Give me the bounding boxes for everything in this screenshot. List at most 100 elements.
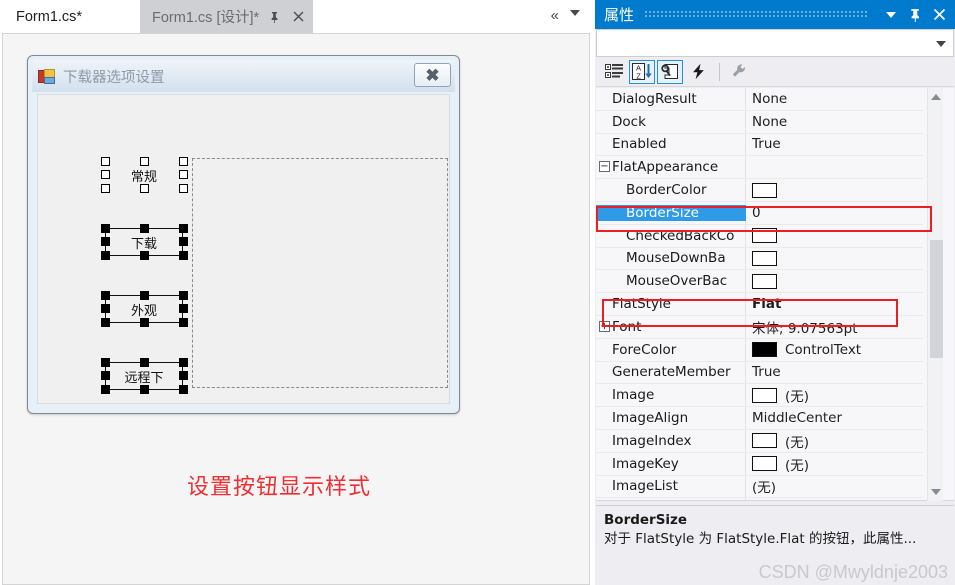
resize-handle-sw[interactable] bbox=[101, 251, 110, 260]
property-value-cell[interactable]: True bbox=[746, 136, 923, 152]
property-row-dialogresult[interactable]: DialogResult None bbox=[596, 88, 923, 111]
resize-handle-ne[interactable] bbox=[179, 291, 188, 300]
property-row-generatemember[interactable]: GenerateMember True bbox=[596, 362, 923, 385]
properties-menu-button[interactable] bbox=[879, 0, 903, 29]
property-value-cell[interactable] bbox=[746, 250, 923, 266]
resize-handle-sw[interactable] bbox=[101, 184, 110, 193]
design-button-group-1[interactable]: 常规 bbox=[101, 157, 191, 197]
property-value-cell[interactable] bbox=[746, 228, 923, 244]
property-row-imageindex[interactable]: ImageIndex (无) bbox=[596, 430, 923, 453]
resize-handle-se[interactable] bbox=[179, 318, 188, 327]
scrollbar-thumb[interactable] bbox=[930, 240, 943, 358]
resize-handle-s[interactable] bbox=[140, 385, 149, 394]
property-row-image[interactable]: Image (无) bbox=[596, 384, 923, 408]
color-swatch[interactable] bbox=[752, 387, 777, 403]
design-surface[interactable]: 下载器选项设置 ✖ 常规 下载 外观 远程下 设置按钮显示样式 bbox=[2, 33, 590, 585]
pin-icon[interactable] bbox=[265, 7, 283, 27]
resize-handle-n[interactable] bbox=[140, 291, 149, 300]
resize-handle-ne[interactable] bbox=[179, 358, 188, 367]
resize-handle-e[interactable] bbox=[179, 237, 188, 246]
resize-handle-s[interactable] bbox=[140, 318, 149, 327]
resize-handle-ne[interactable] bbox=[179, 224, 188, 233]
design-panel-placeholder[interactable] bbox=[192, 158, 448, 388]
property-row-imagekey[interactable]: ImageKey (无) bbox=[596, 453, 923, 476]
resize-handle-se[interactable] bbox=[179, 385, 188, 394]
resize-handle-n[interactable] bbox=[140, 157, 149, 166]
chevron-down-icon[interactable] bbox=[936, 41, 946, 47]
color-swatch[interactable] bbox=[752, 342, 777, 358]
close-icon[interactable] bbox=[289, 7, 307, 27]
property-value-cell[interactable]: (无) bbox=[746, 454, 923, 474]
property-row-mousedownba[interactable]: MouseDownBa bbox=[596, 248, 923, 271]
property-value-cell[interactable]: Flat bbox=[746, 296, 923, 312]
tab-overflow-button[interactable]: « bbox=[551, 7, 559, 24]
wrench-icon[interactable] bbox=[726, 60, 752, 84]
property-grid[interactable]: DialogResult None Dock None Enabled True − Flat… bbox=[596, 88, 954, 501]
property-row-dock[interactable]: Dock None bbox=[596, 111, 923, 134]
resize-handle-e[interactable] bbox=[179, 371, 188, 380]
categorized-icon[interactable] bbox=[601, 60, 627, 84]
property-value-cell[interactable]: (无) bbox=[746, 385, 923, 405]
alphabetical-sort-icon[interactable]: A Z bbox=[629, 59, 655, 84]
events-lightning-icon[interactable] bbox=[685, 60, 711, 84]
design-button-group-2[interactable]: 下载 bbox=[101, 224, 191, 264]
expand-icon[interactable]: + bbox=[599, 320, 610, 332]
property-value-cell[interactable]: (无) bbox=[746, 476, 923, 496]
property-row-enabled[interactable]: Enabled True bbox=[596, 134, 923, 157]
resize-handle-w[interactable] bbox=[101, 371, 110, 380]
form-client-area[interactable]: 常规 下载 外观 远程下 bbox=[37, 94, 450, 404]
close-icon[interactable] bbox=[927, 0, 951, 29]
tab-form1-cs-designer[interactable]: Form1.cs [设计]* bbox=[140, 0, 314, 33]
resize-handle-se[interactable] bbox=[179, 251, 188, 260]
property-value-cell[interactable]: 宋体; 9.07563pt bbox=[746, 317, 923, 337]
resize-handle-e[interactable] bbox=[179, 170, 188, 179]
resize-handle-nw[interactable] bbox=[101, 358, 110, 367]
property-row-mouseoverbac[interactable]: MouseOverBac bbox=[596, 270, 923, 294]
resize-handle-e[interactable] bbox=[179, 304, 188, 313]
color-swatch[interactable] bbox=[752, 273, 777, 289]
color-swatch[interactable] bbox=[752, 228, 777, 244]
resize-handle-sw[interactable] bbox=[101, 318, 110, 327]
color-swatch[interactable] bbox=[752, 182, 777, 198]
resize-handle-w[interactable] bbox=[101, 170, 110, 179]
designed-form-window[interactable]: 下载器选项设置 ✖ 常规 下载 外观 远程下 bbox=[27, 55, 460, 414]
resize-handle-nw[interactable] bbox=[101, 157, 110, 166]
resize-handle-s[interactable] bbox=[140, 184, 149, 193]
resize-handle-ne[interactable] bbox=[179, 157, 188, 166]
property-value-cell[interactable]: None bbox=[746, 91, 923, 107]
property-row-font[interactable]: + Font 宋体; 9.07563pt bbox=[596, 316, 923, 339]
property-value-cell[interactable] bbox=[746, 273, 923, 289]
property-row-flatstyle[interactable]: FlatStyle Flat bbox=[596, 293, 923, 316]
pin-icon[interactable] bbox=[903, 0, 927, 29]
property-value-cell[interactable]: (无) bbox=[746, 431, 923, 451]
resize-handle-w[interactable] bbox=[101, 237, 110, 246]
resize-handle-se[interactable] bbox=[179, 184, 188, 193]
scroll-down-arrow-icon[interactable] bbox=[928, 484, 944, 500]
resize-handle-s[interactable] bbox=[140, 251, 149, 260]
properties-icon[interactable] bbox=[657, 59, 683, 84]
property-row-bordercolor[interactable]: BorderColor bbox=[596, 179, 923, 202]
property-value-cell[interactable]: None bbox=[746, 114, 923, 130]
design-button-group-4[interactable]: 远程下 bbox=[101, 358, 191, 398]
property-value-cell[interactable] bbox=[746, 182, 923, 198]
resize-handle-sw[interactable] bbox=[101, 385, 110, 394]
chevron-down-icon[interactable] bbox=[570, 10, 580, 16]
resize-handle-w[interactable] bbox=[101, 304, 110, 313]
property-row-imagealign[interactable]: ImageAlign MiddleCenter bbox=[596, 407, 923, 430]
form-close-button[interactable]: ✖ bbox=[414, 63, 451, 87]
property-row-imagelist[interactable]: ImageList (无) bbox=[596, 476, 923, 499]
collapse-icon[interactable]: − bbox=[599, 161, 610, 173]
scroll-up-arrow-icon[interactable] bbox=[928, 89, 944, 105]
resize-handle-n[interactable] bbox=[140, 358, 149, 367]
resize-handle-n[interactable] bbox=[140, 224, 149, 233]
resize-handle-nw[interactable] bbox=[101, 291, 110, 300]
property-grid-scrollbar[interactable] bbox=[927, 88, 943, 501]
property-value-cell[interactable]: True bbox=[746, 364, 923, 380]
color-swatch[interactable] bbox=[752, 433, 777, 449]
color-swatch[interactable] bbox=[752, 250, 777, 266]
property-value-cell[interactable]: MiddleCenter bbox=[746, 410, 923, 426]
design-button-group-3[interactable]: 外观 bbox=[101, 291, 191, 331]
color-swatch[interactable] bbox=[752, 456, 777, 472]
tab-form1-cs[interactable]: Form1.cs* bbox=[4, 0, 94, 33]
property-value-cell[interactable]: 0 bbox=[746, 205, 923, 221]
